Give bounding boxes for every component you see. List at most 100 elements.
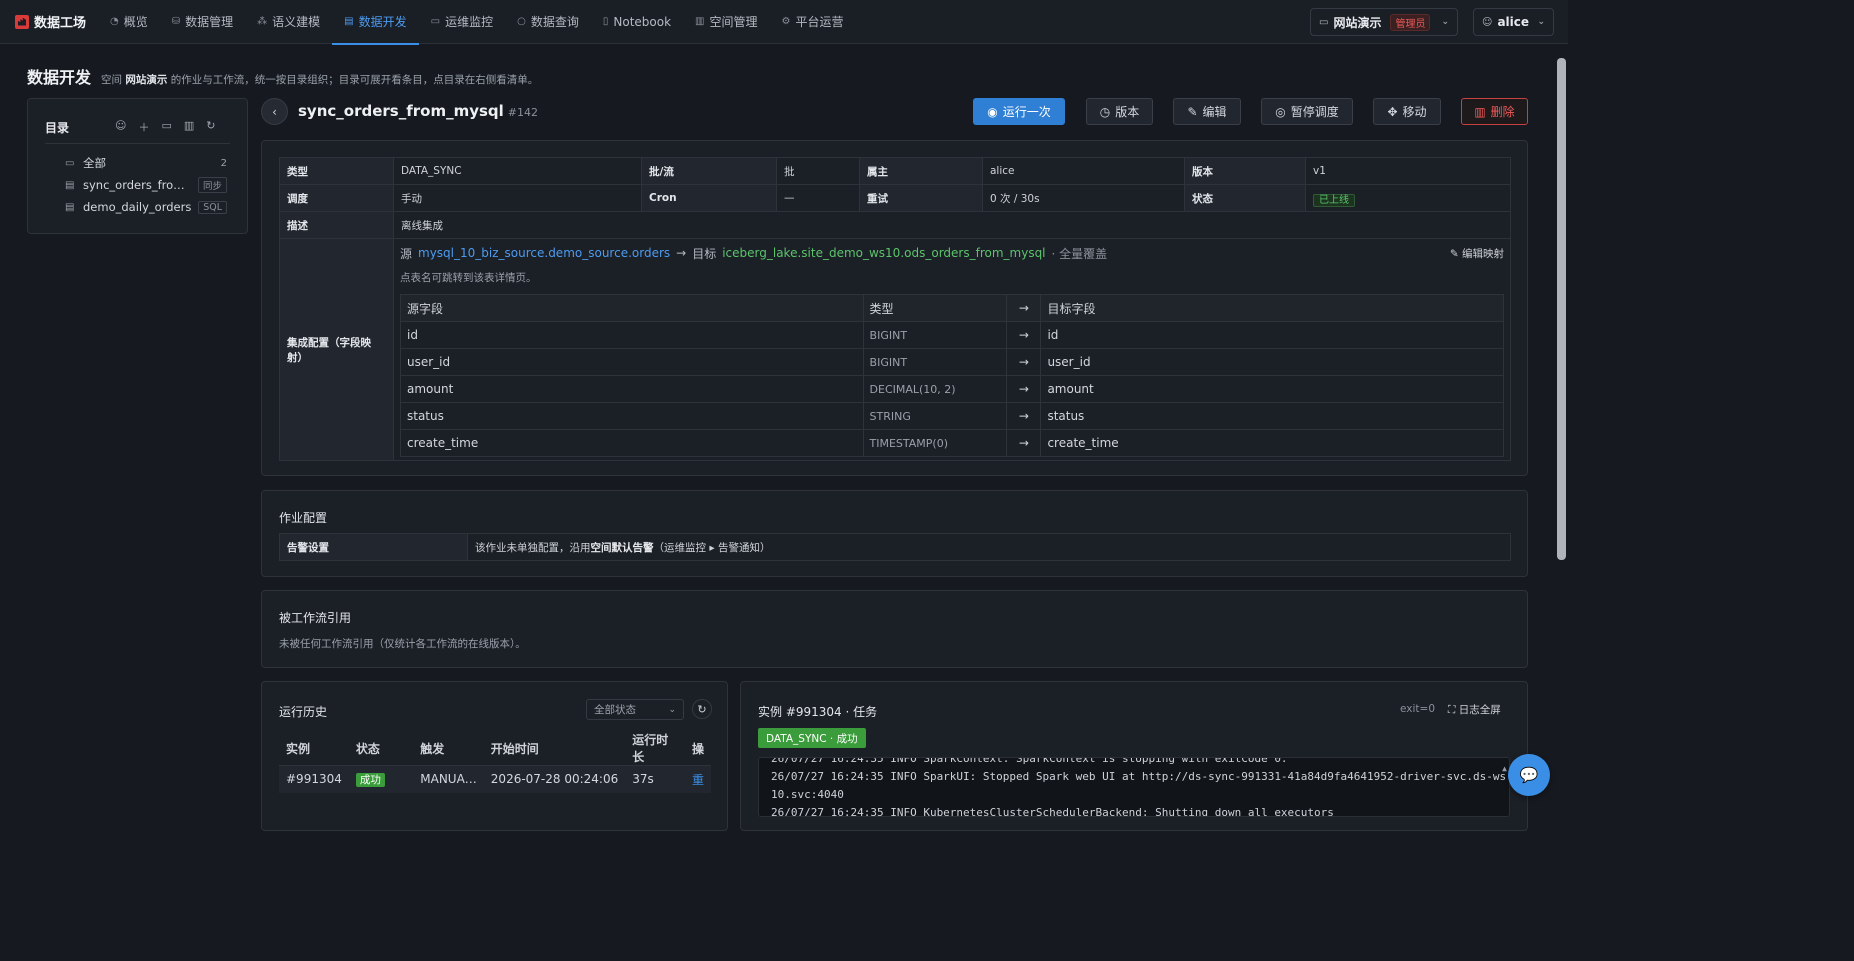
table-row: amount DECIMAL(10, 2) → amount [400, 375, 1504, 403]
status-badge: 已上线 [1313, 193, 1355, 207]
role-badge: 管理员 [1390, 13, 1431, 31]
job-header: ‹ sync_orders_from_mysql #142 ◉ 运行一次 ◷ 版本 ✎… [261, 98, 1528, 126]
page-subtitle: 空间 网站演示 的作业与工作流，统一按目录组织；目录可展开看条目，点目录在右侧看… [101, 74, 539, 86]
log-output[interactable]: 26/07/27 16:24:35 INFO SparkContext: Spa… [758, 757, 1510, 817]
rerun-link[interactable]: 重 [684, 765, 711, 793]
job-config-card: 作业配置 告警设置 该作业未单独配置，沿用空间默认告警（运维监控 ▸ 告警通知） [261, 490, 1528, 577]
folder-icon: ▭ [1319, 16, 1329, 28]
move-button[interactable]: ✥ 移动 [1373, 98, 1441, 125]
tree-item-all[interactable]: ▭ 全部 2 [65, 153, 227, 173]
play-circle-icon: ◉ [987, 104, 998, 119]
back-button[interactable]: ‹ [261, 98, 288, 125]
chevron-down-icon: ⌄ [668, 704, 676, 715]
mapping-hint: 点表名可跳转到该表详情页。 [400, 272, 537, 284]
nav-item-platform-ops[interactable]: ⚙ 平台运营 [770, 0, 856, 44]
page-scrollbar[interactable] [1557, 58, 1566, 560]
arrow-right-icon: → [676, 246, 687, 260]
log-line: 26/07/27 16:24:35 INFO SparkUI: Stopped … [771, 770, 1510, 783]
delete-button[interactable]: ▥ 删除 [1461, 98, 1528, 125]
log-line: 26/07/27 16:24:35 INFO SparkContext: Spa… [771, 757, 1288, 765]
refresh-icon[interactable]: ↻ [206, 119, 215, 135]
instance-log-card: 实例 #991304 · 任务 exit=0 ⛶ 日志全屏 DATA_SYNC … [740, 681, 1528, 831]
expand-icon: ⛶ [1448, 704, 1456, 716]
job-id: #142 [507, 106, 539, 119]
item-count: 2 [220, 157, 227, 169]
move-icon: ✥ [1387, 104, 1398, 119]
owner-filter-icon[interactable]: ☺ [115, 119, 126, 135]
log-fullscreen-button[interactable]: ⛶ 日志全屏 [1448, 702, 1501, 717]
pause-schedule-button[interactable]: ◎ 暂停调度 [1261, 98, 1353, 125]
refs-text: 未被任何工作流引用（仅统计各工作流的在线版本）。 [279, 638, 526, 650]
factory-logo-icon [15, 14, 29, 29]
nav-item-data-query[interactable]: ○ 数据查询 [505, 0, 591, 44]
clock-icon: ◷ [1099, 104, 1111, 119]
version-button[interactable]: ◷ 版本 [1086, 98, 1153, 125]
run-history-table: 实例 状态 触发 开始时间 运行时长 操 #991304 成功 MANUA… 2… [279, 731, 711, 793]
field-mapping-cell: 源 mysql_10_biz_source.demo_source.orders… [393, 238, 1511, 461]
edit-mapping-button[interactable]: ✎ 编辑映射 [1450, 246, 1504, 261]
main-nav: ◔ 概览 ⛁ 数据管理 ⁂ 语义建模 ▤ 数据开发 ▭ 运维监控 ○ 数据查询 ▯ Noteb… [98, 0, 856, 45]
add-icon[interactable]: ＋ [138, 119, 149, 135]
chat-button[interactable]: 💬 [1508, 754, 1550, 796]
alert-config-table: 告警设置 该作业未单独配置，沿用空间默认告警（运维监控 ▸ 告警通知） [279, 533, 1511, 561]
pencil-icon: ✎ [1187, 104, 1198, 119]
table-row[interactable]: #991304 成功 MANUA… 2026-07-28 00:24:06 37… [279, 765, 711, 793]
user-menu[interactable]: ☺ alice ⌄ [1473, 8, 1554, 36]
run-once-button[interactable]: ◉ 运行一次 [973, 98, 1065, 125]
code-file-icon: ▤ [344, 16, 354, 27]
divider [45, 143, 230, 144]
notebook-icon: ▯ [602, 16, 609, 27]
run-history-card: 运行历史 全部状态 ⌄ ↻ 实例 状态 触发 开始时间 运行时长 操 #99130… [261, 681, 728, 831]
section-title: 作业配置 [279, 511, 328, 525]
nav-item-data-management[interactable]: ⛁ 数据管理 [160, 0, 245, 44]
nav-item-ops-monitoring[interactable]: ▭ 运维监控 [419, 0, 505, 44]
nav-item-space-management[interactable]: ▥ 空间管理 [683, 0, 769, 44]
user-name: alice [1497, 15, 1530, 29]
gauge-icon: ◔ [110, 16, 119, 27]
status-filter-select[interactable]: 全部状态 ⌄ [586, 699, 684, 720]
status-badge: 成功 [355, 772, 385, 787]
refresh-icon: ↻ [697, 702, 707, 716]
chevron-left-icon: ‹ [272, 104, 277, 119]
new-folder-icon[interactable]: ▭ [161, 119, 171, 135]
source-table-link[interactable]: mysql_10_biz_source.demo_source.orders [418, 246, 670, 260]
log-line: 10.svc:4040 [771, 788, 844, 801]
chevron-down-icon: ⌄ [1441, 17, 1449, 27]
refresh-button[interactable]: ↻ [692, 699, 712, 719]
chat-bubble-icon: 💬 [1519, 766, 1539, 784]
job-title: sync_orders_from_mysql #142 [298, 102, 539, 120]
workspace-switcher[interactable]: ▭ 网站演示 管理员 ⌄ [1310, 8, 1458, 36]
monitor-icon: ▭ [430, 16, 441, 27]
nav-item-data-development[interactable]: ▤ 数据开发 [332, 0, 420, 45]
folder-icon: ▭ [65, 157, 75, 169]
page-title: 数据开发 [27, 68, 92, 87]
page-header: 数据开发 空间 网站演示 的作业与工作流，统一按目录组织；目录可展开看条目，点目… [27, 64, 538, 88]
nav-item-notebook[interactable]: ▯ Notebook [591, 0, 683, 44]
pause-icon: ◎ [1275, 104, 1286, 119]
target-table-link[interactable]: iceberg_lake.site_demo_ws10.ods_orders_f… [722, 246, 1045, 260]
gear-icon: ⚙ [781, 16, 791, 27]
sidebar-title: 目录 [45, 121, 70, 135]
sparkle-icon: ⁂ [257, 16, 268, 27]
job-type-tag: 同步 [197, 177, 227, 193]
pencil-icon: ✎ [1449, 247, 1459, 260]
nav-item-overview[interactable]: ◔ 概览 [98, 0, 160, 44]
section-title: 被工作流引用 [279, 611, 352, 625]
brand[interactable]: 数据工场 [0, 12, 98, 31]
log-line: 26/07/27 16:24:35 INFO KubernetesCluster… [771, 806, 1334, 817]
job-meta-table: 类型 DATA_SYNC 批/流批 属主 alice 版本 v1 调度 手动 Cron —… [279, 157, 1511, 461]
job-detail-card: 类型 DATA_SYNC 批/流批 属主 alice 版本 v1 调度 手动 Cron —… [261, 140, 1528, 476]
instance-type-badge: DATA_SYNC · 成功 [758, 728, 866, 748]
nav-item-semantic-modeling[interactable]: ⁂ 语义建模 [245, 0, 332, 44]
table-row: id BIGINT → id [400, 321, 1504, 349]
file-icon: ▤ [65, 201, 75, 213]
user-icon: ☺ [1482, 16, 1493, 28]
trash-icon[interactable]: ▥ [184, 119, 194, 135]
directory-sidebar: 目录 ☺ ＋ ▭ ▥ ↻ ▭ 全部 2 ▤ sync_orders_from_m… [27, 98, 248, 234]
tree-item-job[interactable]: ▤ demo_daily_orders SQL [65, 197, 227, 217]
job-type-tag: SQL [198, 200, 227, 214]
scroll-up-icon[interactable]: ▲ [1502, 760, 1507, 778]
workspace-name: 网站演示 [1333, 15, 1382, 30]
edit-button[interactable]: ✎ 编辑 [1173, 98, 1241, 125]
tree-item-job[interactable]: ▤ sync_orders_from_mysql 同步 [65, 175, 227, 195]
